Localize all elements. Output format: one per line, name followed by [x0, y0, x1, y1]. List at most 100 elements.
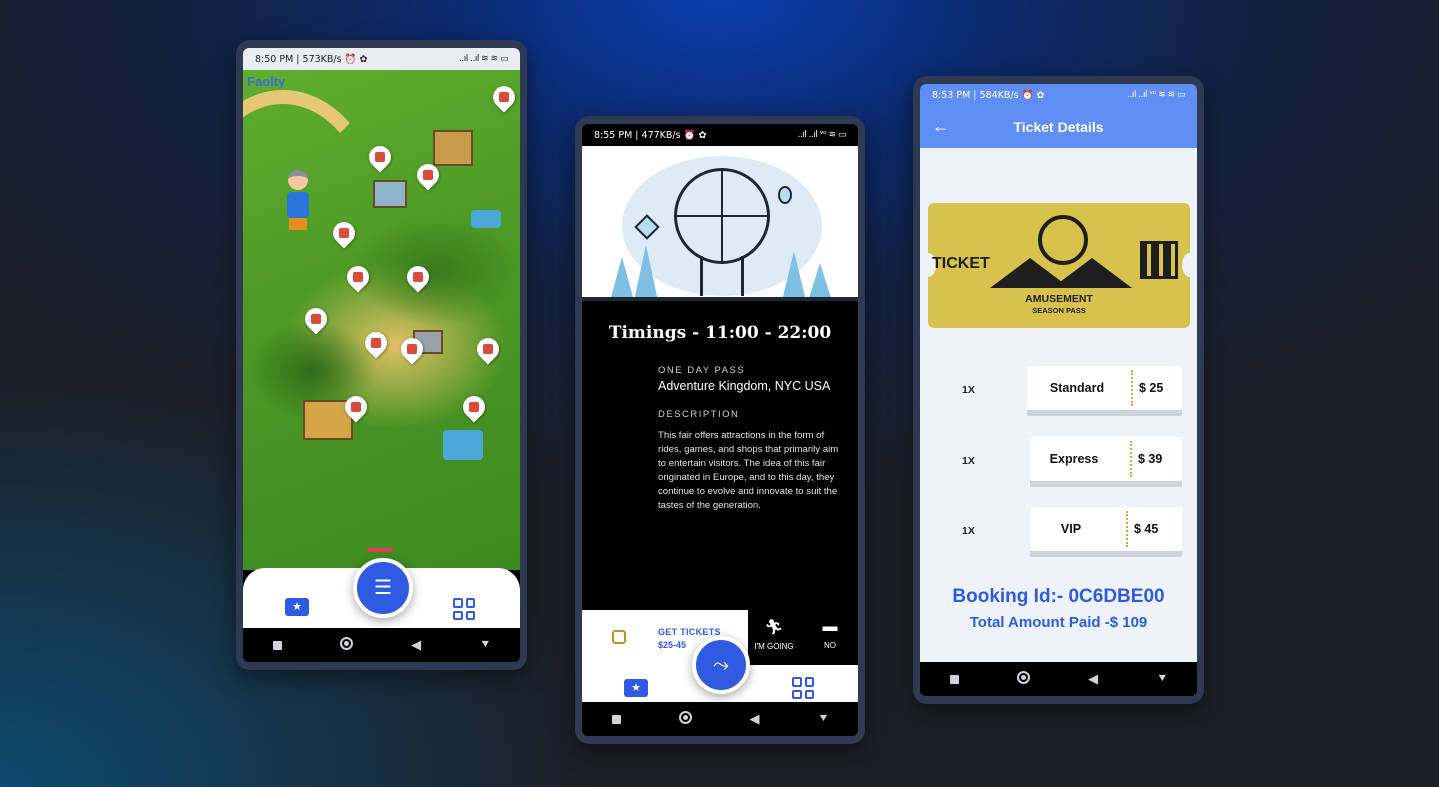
ticket-chip[interactable]: Express $ 39 [1030, 437, 1182, 481]
map-phone: 8:50 PM | 573KB/s ⏰ ✿ ..ıl ..ıl ≋ ≋ ▭ Fa… [236, 40, 527, 670]
status-time: 8:53 PM | 584KB/s [932, 89, 1019, 101]
list-icon: ☰ [374, 577, 392, 599]
no-button[interactable]: ▬ NO [818, 618, 842, 650]
tickets-tab[interactable]: ★ [624, 679, 648, 697]
ticket-price: $ 39 [1138, 452, 1163, 466]
route-fab-button[interactable]: ⤳ [692, 636, 750, 694]
details-phone: 8:55 PM | 477KB/s ⏰ ✿ ..ıl ..ıl ᵛᵒ ≋ ▭ T… [575, 116, 865, 744]
ticket-qty: 1X [962, 455, 975, 467]
get-tickets-label: GET TICKETS [658, 627, 721, 637]
status-icons: ⏰ ✿ [344, 53, 368, 65]
ticket-phone: 8:53 PM | 584KB/s ⏰ ✿ ..ıl ..ıl ᵛᵒ ≋ ≋ ▭… [913, 76, 1204, 704]
booking-id: Booking Id:- 0C6DBE00 [952, 586, 1165, 607]
season-pass-ticket: TICKET AMUSEMENT SEASON PASS [920, 203, 1197, 328]
map-pin[interactable] [488, 81, 520, 113]
map-pin[interactable] [472, 333, 504, 365]
ticket-row: 1X Express $ 39 [920, 437, 1197, 487]
grid-icon [453, 598, 475, 620]
ticket-body: TICKET AMUSEMENT SEASON PASS 1X Standard… [920, 148, 1197, 662]
status-icons: ⏰ ✿ [1021, 89, 1045, 101]
ticket-chip[interactable]: Standard $ 25 [1027, 366, 1182, 410]
price-range: $25-45 [658, 640, 687, 650]
ticket-screen: 8:53 PM | 584KB/s ⏰ ✿ ..ıl ..ıl ᵛᵒ ≋ ≋ ▭… [920, 84, 1197, 696]
back-button[interactable]: ◀ [743, 711, 767, 727]
ticket-row: 1X Standard $ 25 [920, 366, 1197, 416]
system-nav: ◀ ⯆ [920, 662, 1197, 696]
ticket-price: $ 25 [1139, 381, 1164, 395]
brand-logo: Faolty [247, 74, 286, 89]
home-button[interactable] [674, 711, 698, 727]
map-building [433, 130, 473, 166]
page-title: Ticket Details [1013, 119, 1104, 135]
ticket-star-icon: ★ [624, 679, 648, 697]
pass-label: ONE DAY PASS [658, 365, 746, 376]
ticket-name: VIP [1060, 522, 1082, 536]
qr-code-icon [1140, 241, 1178, 279]
ferris-wheel-illustration [582, 146, 858, 301]
map-lake [471, 210, 501, 228]
system-nav: ◀ ⯆ [243, 628, 520, 662]
going-button[interactable]: 🏃︎ I'M GOING [754, 618, 794, 651]
status-time: 8:55 PM | 477KB/s [594, 129, 681, 141]
map-pin[interactable] [458, 391, 490, 423]
amusement-text: AMUSEMENT [1025, 293, 1093, 305]
back-button[interactable]: ◀ [1081, 671, 1105, 687]
map-screen: 8:50 PM | 573KB/s ⏰ ✿ ..ıl ..ıl ≋ ≋ ▭ Fa… [243, 48, 520, 662]
tickets-tab[interactable]: ★ [285, 598, 309, 616]
recents-button[interactable] [943, 672, 967, 687]
signal-icons: ..ıl ..ıl ᵛᵒ ≋ ▭ [797, 130, 847, 140]
tent-icon [1052, 258, 1132, 288]
home-button[interactable] [1012, 671, 1036, 687]
event-info: Timings - 11:00 - 22:00 ONE DAY PASS Adv… [582, 301, 858, 598]
ferris-wheel-icon [674, 168, 770, 264]
system-nav: ◀ ⯆ [582, 702, 858, 736]
no-label: NO [824, 641, 836, 650]
bed-icon: ▬ [822, 618, 838, 635]
grid-icon [792, 677, 814, 699]
ticket-name: Standard [1049, 381, 1105, 395]
status-bar: 8:50 PM | 573KB/s ⏰ ✿ ..ıl ..ıl ≋ ≋ ▭ [243, 48, 520, 70]
notification-button[interactable]: ⯆ [812, 711, 836, 727]
details-screen: 8:55 PM | 477KB/s ⏰ ✿ ..ıl ..ıl ᵛᵒ ≋ ▭ T… [582, 124, 858, 736]
going-label: I'M GOING [754, 642, 794, 651]
note-icon [612, 630, 626, 644]
ticket-row: 1X VIP $ 45 [920, 507, 1197, 557]
map-lake [443, 430, 483, 460]
notification-button[interactable]: ⯆ [1150, 671, 1174, 687]
status-bar: 8:53 PM | 584KB/s ⏰ ✿ ..ıl ..ıl ᵛᵒ ≋ ≋ ▭ [920, 84, 1197, 106]
ticket-star-icon: ★ [285, 598, 309, 616]
app-header: ← Ticket Details [920, 106, 1197, 148]
recents-button[interactable] [605, 712, 629, 727]
ticket-qty: 1X [962, 525, 975, 537]
avatar-character [285, 170, 311, 230]
signal-icons: ..ıl ..ıl ≋ ≋ ▭ [459, 54, 508, 64]
grid-tab[interactable] [792, 677, 814, 699]
map-pin[interactable] [360, 327, 392, 359]
list-fab-button[interactable]: ☰ [353, 558, 413, 618]
notification-button[interactable]: ⯆ [473, 637, 497, 653]
ticket-price: $ 45 [1134, 522, 1159, 536]
total-amount: Total Amount Paid -$ 109 [969, 614, 1148, 631]
signal-icons: ..ıl ..ıl ᵛᵒ ≋ ≋ ▭ [1127, 90, 1185, 100]
grid-tab[interactable] [453, 598, 475, 620]
ticket-word: TICKET [932, 255, 990, 272]
description-label: DESCRIPTION [658, 409, 740, 420]
recents-button[interactable] [266, 638, 290, 653]
ticket-qty: 1X [962, 384, 975, 396]
balloon-icon [778, 186, 792, 204]
ticket-chip[interactable]: VIP $ 45 [1030, 507, 1182, 551]
status-icons: ⏰ ✿ [683, 129, 707, 141]
park-map[interactable]: Faolty [243, 70, 520, 570]
map-building [373, 180, 407, 208]
pass-value: Adventure Kingdom, NYC USA [658, 379, 831, 393]
back-button[interactable]: ◀ [404, 637, 428, 653]
description-text: This fair offers attractions in the form… [658, 430, 839, 511]
active-indicator [367, 548, 393, 552]
route-icon: ⤳ [713, 653, 729, 676]
timings-text: Timings - 11:00 - 22:00 [608, 323, 832, 343]
ticket-name: Express [1049, 452, 1099, 466]
running-icon: 🏃︎ [764, 619, 784, 636]
status-time: 8:50 PM | 573KB/s [255, 53, 342, 65]
map-pin[interactable] [402, 261, 434, 293]
home-button[interactable] [335, 637, 359, 653]
